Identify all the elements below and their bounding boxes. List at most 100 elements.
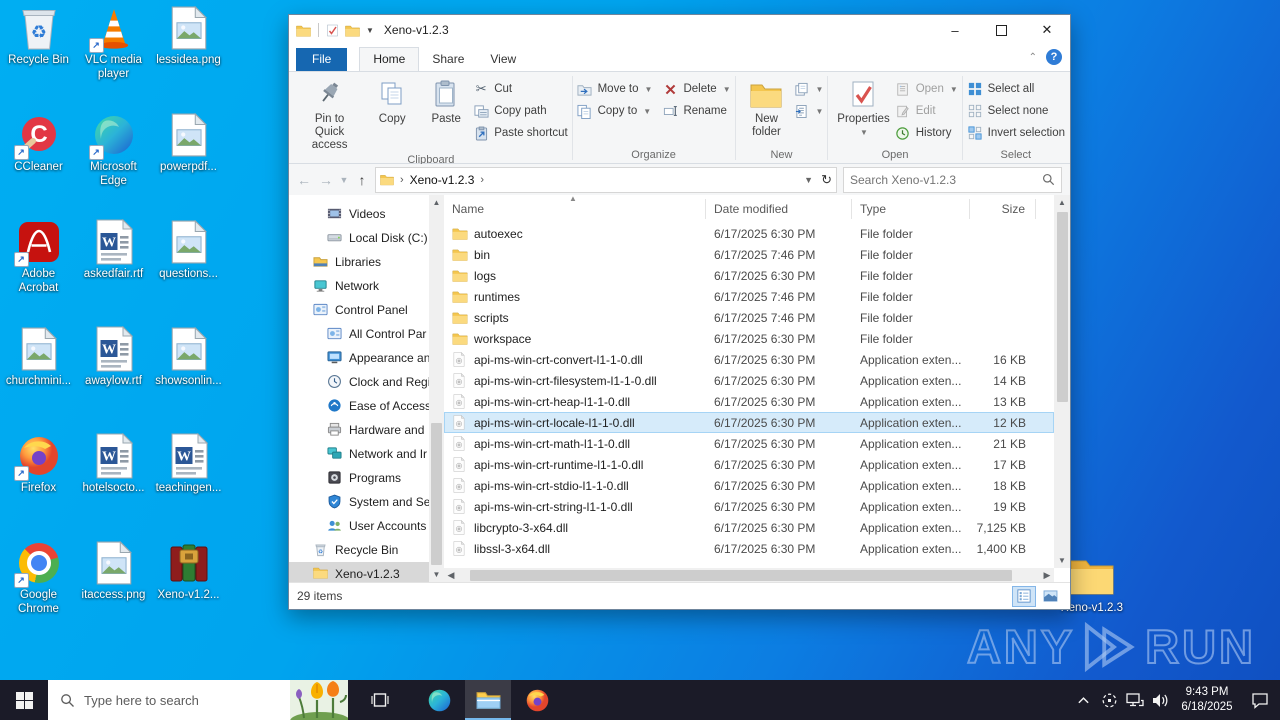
invert-selection-button[interactable]: Invert selection — [967, 122, 1065, 144]
taskbar-clock[interactable]: 9:43 PM 6/18/2025 — [1174, 685, 1240, 715]
nav-item-local-disk-c[interactable]: Local Disk (C:) — [289, 226, 444, 250]
desktop-icon-google-chrome[interactable]: ↗ Google Chrome — [1, 539, 76, 646]
file-row-api-ms-win-crt-math-l1-1-0-dll[interactable]: api-ms-win-crt-math-l1-1-0.dll 6/17/2025 … — [444, 433, 1054, 454]
scroll-left-icon[interactable]: ◀ — [444, 570, 458, 581]
taskbar-file-explorer-icon[interactable] — [465, 680, 511, 720]
file-row-api-ms-win-crt-convert-l1-1-0-dll[interactable]: api-ms-win-crt-convert-l1-1-0.dll 6/17/20… — [444, 349, 1054, 370]
status-circle-icon[interactable] — [1096, 680, 1122, 720]
copy-to-button[interactable]: Copy to ▼ — [577, 100, 653, 122]
file-row-logs[interactable]: logs 6/17/2025 6:30 PM File folder — [444, 265, 1054, 286]
copy-path-button[interactable]: Copy path — [473, 100, 568, 122]
qat-properties-icon[interactable] — [326, 24, 339, 37]
scroll-down-icon[interactable]: ▼ — [429, 567, 444, 582]
up-button[interactable]: ↑ — [351, 172, 373, 188]
pin-to-quick-access-button[interactable]: Pin to Quick access — [294, 73, 365, 153]
select-all-button[interactable]: Select all — [967, 78, 1065, 100]
action-center-button[interactable] — [1240, 680, 1280, 720]
taskbar-edge-icon[interactable] — [416, 680, 462, 720]
column-header-date-modified[interactable]: Date modified — [706, 199, 852, 219]
nav-item-network[interactable]: Network — [289, 274, 444, 298]
select-none-button[interactable]: Select none — [967, 100, 1065, 122]
breadcrumb-chevron-icon[interactable]: › — [480, 174, 484, 186]
breadcrumb-path[interactable]: Xeno-v1.2.3 — [410, 173, 475, 187]
horizontal-scrollbar[interactable]: ◀ ▶ — [444, 568, 1054, 582]
desktop-icon-teachingen[interactable]: Wteachingen... — [151, 432, 226, 539]
task-view-button[interactable] — [357, 680, 403, 720]
minimize-button[interactable]: – — [932, 15, 978, 45]
nav-item-network-and-ir[interactable]: Network and Ir — [289, 442, 444, 466]
tab-file[interactable]: File — [296, 48, 348, 71]
address-dropdown-chevron-icon[interactable]: ▼ — [804, 175, 813, 185]
tab-view[interactable]: View — [477, 48, 529, 71]
desktop-icon-itaccess-png[interactable]: itaccess.png — [76, 539, 151, 646]
qat-customize-chevron-icon[interactable]: ▼ — [366, 26, 374, 35]
nav-item-all-control-par[interactable]: All Control Par — [289, 322, 444, 346]
refresh-icon[interactable]: ↻ — [821, 172, 832, 188]
thumbnail-view-button[interactable] — [1038, 586, 1062, 607]
desktop-icon-ccleaner[interactable]: C ↗ CCleaner — [1, 111, 76, 218]
taskbar-firefox-icon[interactable] — [514, 680, 560, 720]
scrollbar-thumb[interactable] — [1056, 212, 1068, 402]
desktop-icon-awaylow-rtf[interactable]: Wawaylow.rtf — [76, 325, 151, 432]
file-row-api-ms-win-crt-heap-l1-1-0-dll[interactable]: api-ms-win-crt-heap-l1-1-0.dll 6/17/2025 … — [444, 391, 1054, 412]
rename-button[interactable]: Rename — [662, 100, 730, 122]
cut-button[interactable]: ✂ Cut — [473, 78, 568, 100]
file-row-api-ms-win-crt-runtime-l1-1-0-dll[interactable]: api-ms-win-crt-runtime-l1-1-0.dll 6/17/20… — [444, 454, 1054, 475]
scrollbar-thumb[interactable] — [431, 423, 442, 565]
help-button[interactable]: ? — [1046, 49, 1062, 65]
file-row-api-ms-win-crt-stdio-l1-1-0-dll[interactable]: api-ms-win-crt-stdio-l1-1-0.dll 6/17/2025… — [444, 475, 1054, 496]
nav-item-recycle-bin[interactable]: ♻ Recycle Bin — [289, 538, 444, 562]
file-row-api-ms-win-crt-filesystem-l1-1-0-dll[interactable]: api-ms-win-crt-filesystem-l1-1-0.dll 6/17… — [444, 370, 1054, 391]
search-input[interactable]: Search Xeno-v1.2.3 — [843, 166, 1062, 193]
column-header-size[interactable]: Size — [970, 199, 1036, 219]
search-icon[interactable] — [1042, 173, 1055, 186]
history-button[interactable]: History — [895, 122, 958, 144]
paste-shortcut-button[interactable]: Paste shortcut — [473, 122, 568, 144]
breadcrumb[interactable]: › Xeno-v1.2.3 › ▼ ↻ — [375, 166, 837, 193]
new-folder-button[interactable]: New folder — [739, 73, 793, 140]
file-row-libcrypto-3-x64-dll[interactable]: libcrypto-3-x64.dll 6/17/2025 6:30 PM Appl… — [444, 517, 1054, 538]
edit-button[interactable]: Edit — [895, 100, 958, 122]
hidden-icons-chevron[interactable] — [1070, 680, 1096, 720]
nav-item-videos[interactable]: Videos — [289, 202, 444, 226]
desktop-icon-askedfair-rtf[interactable]: Waskedfair.rtf — [76, 218, 151, 325]
taskbar-search-input[interactable]: Type here to search — [48, 680, 348, 720]
copy-button[interactable]: Copy — [365, 73, 419, 127]
file-row-libssl-3-x64-dll[interactable]: libssl-3-x64.dll 6/17/2025 6:30 PM Applica… — [444, 538, 1054, 559]
tab-home[interactable]: Home — [359, 47, 420, 71]
qat-newfolder-icon[interactable] — [345, 24, 360, 37]
desktop-icon-powerpdf[interactable]: powerpdf... — [151, 111, 226, 218]
network-icon[interactable] — [1122, 680, 1148, 720]
paste-button[interactable]: Paste — [419, 73, 473, 127]
file-row-bin[interactable]: bin 6/17/2025 7:46 PM File folder — [444, 244, 1054, 265]
column-header-type[interactable]: Type — [852, 199, 970, 219]
nav-item-control-panel[interactable]: Control Panel — [289, 298, 444, 322]
scroll-down-icon[interactable]: ▼ — [1054, 553, 1070, 568]
new-item-button[interactable]: ▼ — [793, 78, 823, 100]
scroll-up-icon[interactable]: ▲ — [429, 195, 444, 210]
nav-scrollbar[interactable]: ▲ ▼ — [429, 195, 444, 582]
delete-button[interactable]: Delete ▼ — [662, 78, 731, 100]
move-to-button[interactable]: Move to ▼ — [577, 78, 652, 100]
start-button[interactable] — [0, 680, 48, 720]
volume-icon[interactable] — [1148, 680, 1174, 720]
file-row-api-ms-win-crt-locale-l1-1-0-dll[interactable]: api-ms-win-crt-locale-l1-1-0.dll 6/17/202… — [444, 412, 1054, 433]
desktop-icon-questions[interactable]: questions... — [151, 218, 226, 325]
close-button[interactable]: ✕ — [1024, 15, 1070, 45]
file-row-api-ms-win-crt-string-l1-1-0-dll[interactable]: api-ms-win-crt-string-l1-1-0.dll 6/17/202… — [444, 496, 1054, 517]
desktop-icon-showsonlin[interactable]: showsonlin... — [151, 325, 226, 432]
seasonal-flowers-image[interactable] — [290, 680, 348, 720]
easy-access-button[interactable]: ▼ — [793, 100, 823, 122]
collapse-ribbon-chevron-icon[interactable]: ⌃ — [1029, 52, 1037, 63]
back-button[interactable]: ← — [293, 172, 315, 188]
file-row-workspace[interactable]: workspace 6/17/2025 6:30 PM File folder — [444, 328, 1054, 349]
desktop-icon-churchmini[interactable]: churchmini... — [1, 325, 76, 432]
desktop-icon-microsoft-edge[interactable]: ↗ Microsoft Edge — [76, 111, 151, 218]
nav-item-system-and-sec[interactable]: System and Sec — [289, 490, 444, 514]
scroll-right-icon[interactable]: ▶ — [1040, 570, 1054, 581]
desktop-icon-firefox[interactable]: ↗ Firefox — [1, 432, 76, 539]
desktop-icon-adobe-acrobat[interactable]: ↗ Adobe Acrobat — [1, 218, 76, 325]
scrollbar-thumb[interactable] — [470, 569, 1012, 581]
desktop-icon-recycle-bin[interactable]: ♻ Recycle Bin — [1, 4, 76, 111]
title-bar[interactable]: ▼ Xeno-v1.2.3 – ✕ — [289, 15, 1070, 45]
